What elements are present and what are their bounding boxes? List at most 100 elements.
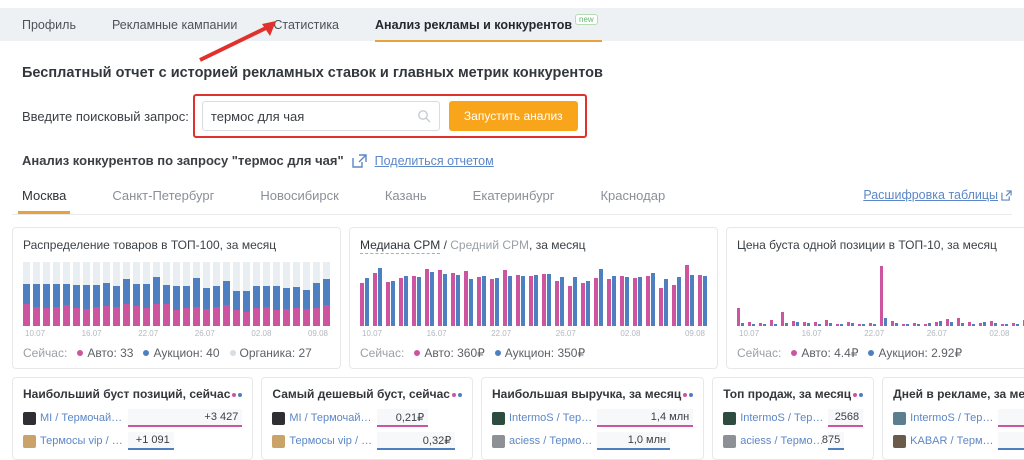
bar-pair <box>633 277 642 326</box>
bar-pair <box>555 277 564 326</box>
bar-segment-Органика <box>133 262 140 284</box>
nav-item-2[interactable]: Статистика <box>273 18 339 32</box>
bar-segment-Аукцион <box>313 283 320 309</box>
city-tab-1[interactable]: Санкт-Петербург <box>112 178 214 214</box>
stat-card-title: Топ продаж, за месяц <box>723 387 863 401</box>
x-tick: 02.08 <box>620 329 640 338</box>
bar-Аукцион <box>774 324 777 326</box>
bar-segment-Авто <box>283 309 290 326</box>
product-link[interactable]: KABAR / Термос 1 ... <box>910 435 996 447</box>
legend-text: Аукцион: 2.92₽ <box>878 346 962 360</box>
cpm-average-toggle[interactable]: Средний CPM <box>450 238 529 252</box>
bar-segment-Аукцион <box>153 277 160 303</box>
bar-segment-Органика <box>193 262 200 278</box>
bar-pair <box>990 321 997 326</box>
bar-segment-Авто <box>83 309 90 326</box>
city-tab-2[interactable]: Новосибирск <box>260 178 339 214</box>
product-link[interactable]: Термосы vip / Тер... <box>40 435 126 447</box>
legend-dot <box>230 350 236 356</box>
product-link[interactable]: IntermoS / Термос ... <box>910 412 996 424</box>
bar-pair <box>490 278 499 326</box>
bar-pair <box>803 322 810 326</box>
product-link[interactable]: Термосы vip / Тер... <box>289 435 375 447</box>
bar-Аукцион <box>391 281 395 327</box>
bar-Авто <box>880 266 883 326</box>
legend-text: Органика: 27 <box>240 346 312 360</box>
bar-pair <box>529 275 538 326</box>
product-link[interactable]: MI / Термочайник ... <box>289 412 375 424</box>
bar-segment-Аукцион <box>233 291 240 310</box>
stacked-bar <box>303 262 310 326</box>
bar-pair <box>814 322 821 326</box>
product-link[interactable]: MI / Термочайник ... <box>40 412 126 424</box>
bar-segment-Органика <box>273 262 280 286</box>
value-bar-track: 1,4 млн <box>597 409 693 427</box>
bar-Аукцион <box>378 268 382 326</box>
bar-pair <box>891 321 898 326</box>
bar-Аукцион <box>917 324 920 326</box>
product-link[interactable]: IntermoS / Термос ... <box>509 412 595 424</box>
product-link[interactable]: aciess / Термос дл... <box>740 435 826 447</box>
bar-pair <box>672 277 681 326</box>
product-link[interactable]: IntermoS / Термос ... <box>740 412 826 424</box>
bar-Авто <box>957 318 960 326</box>
stat-card-4: Дней в рекламе, за месяцIntermoS / Термо… <box>882 377 1024 460</box>
cpm-chart <box>360 262 707 326</box>
city-tab-3[interactable]: Казань <box>385 178 427 214</box>
bar-pair <box>607 276 616 326</box>
bar-pair <box>620 276 629 326</box>
legend-dot <box>232 393 236 397</box>
city-tab-0[interactable]: Москва <box>22 178 66 214</box>
title-suffix: , за месяц <box>529 238 585 252</box>
bar-segment-Органика <box>73 262 80 285</box>
city-tab-5[interactable]: Краснодар <box>600 178 665 214</box>
product-link[interactable]: aciess / Термос дл... <box>509 435 595 447</box>
bar-pair <box>542 274 551 326</box>
value-bar: 0,32₽ <box>377 432 455 450</box>
value-text: 2568 <box>835 411 859 423</box>
bar-pair <box>646 273 655 326</box>
bar-Авто <box>438 270 442 326</box>
city-tab-4[interactable]: Екатеринбург <box>473 178 555 214</box>
legend-dot <box>859 393 863 397</box>
top100-chart <box>23 262 330 326</box>
search-input[interactable]: термос для чая <box>202 101 440 131</box>
legend-dot <box>853 393 857 397</box>
page-title: Бесплатный отчет с историей рекламных ст… <box>22 65 1012 81</box>
legend-dots <box>681 387 693 401</box>
bar-pair <box>836 324 843 326</box>
stat-card-1: Самый дешевый буст, сейчасMI / Термочайн… <box>261 377 473 460</box>
nav-item-0[interactable]: Профиль <box>22 18 76 32</box>
table-legend-link[interactable]: Расшифровка таблицы <box>863 188 998 202</box>
bar-segment-Авто <box>213 307 220 326</box>
bar-segment-Авто <box>93 307 100 326</box>
bar-segment-Авто <box>153 304 160 326</box>
nav-item-1[interactable]: Рекламные кампании <box>112 18 237 32</box>
title-separator: / <box>440 238 450 252</box>
share-icon[interactable] <box>352 154 367 168</box>
bar-segment-Авто <box>103 306 110 327</box>
cpm-median-toggle[interactable]: Медиана CPM <box>360 238 440 254</box>
bar-Авто <box>814 322 817 326</box>
stacked-bar <box>93 262 100 326</box>
stacked-bar <box>63 262 70 326</box>
bar-Аукцион <box>430 272 434 326</box>
bar-Аукцион <box>829 323 832 326</box>
bar-pair <box>902 324 909 326</box>
bar-Аукцион <box>763 324 766 326</box>
bar-segment-Аукцион <box>253 286 260 308</box>
stat-card-0: Наибольший буст позиций, сейчасMI / Терм… <box>12 377 253 460</box>
bar-Авто <box>858 324 861 326</box>
legend-text: Аукцион: 40 <box>153 346 219 360</box>
bar-Аукцион <box>939 321 942 326</box>
legend-dot <box>77 350 83 356</box>
run-analysis-button[interactable]: Запустить анализ <box>449 101 578 131</box>
bar-Аукцион <box>703 276 707 326</box>
nav-item-3[interactable]: Анализ рекламы и конкурентовnew <box>375 18 598 32</box>
bar-segment-Аукцион <box>43 284 50 308</box>
stacked-bar <box>153 262 160 326</box>
share-report-link[interactable]: Поделиться отчетом <box>375 154 494 168</box>
stacked-bar <box>243 262 250 326</box>
legend-dot <box>791 350 797 356</box>
top-nav: Профиль Рекламные кампании Статистика Анали… <box>0 8 1024 41</box>
